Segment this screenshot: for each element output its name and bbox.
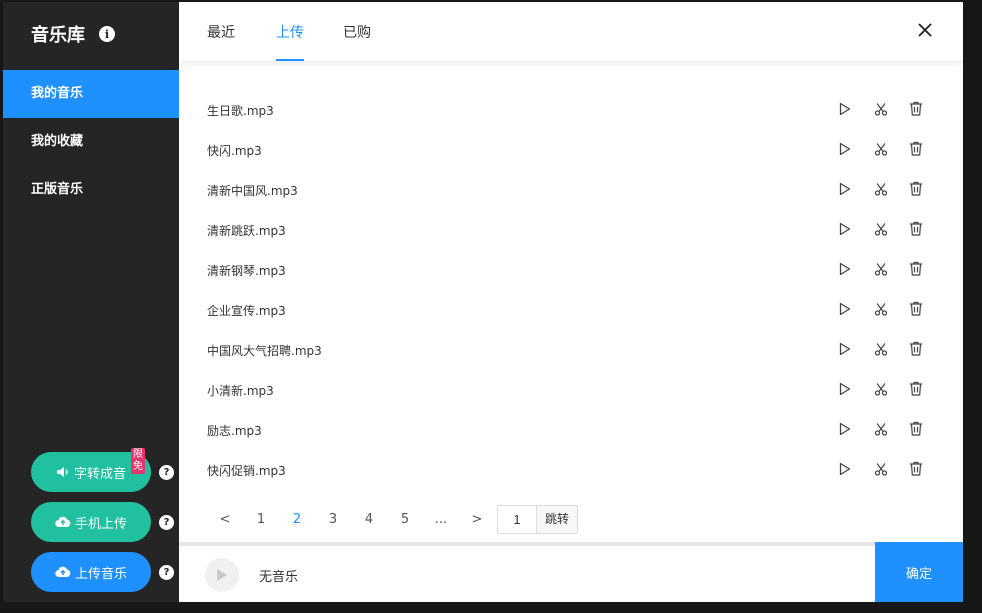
trash-icon[interactable] <box>909 341 923 360</box>
file-list: 生日歌.mp3 快闪.mp3 清新中国风.mp3 清新跳跃.mp3 清新钢琴.mp3 企业… <box>179 90 963 490</box>
play-icon[interactable] <box>839 221 851 240</box>
file-row[interactable]: 清新中国风.mp3 <box>179 170 963 210</box>
free-badge: 限免 <box>131 448 145 474</box>
trash-icon[interactable] <box>909 101 923 120</box>
file-row[interactable]: 清新钢琴.mp3 <box>179 250 963 290</box>
cloud-upload-icon <box>55 566 71 578</box>
close-icon[interactable] <box>917 22 933 38</box>
file-row[interactable]: 快闪.mp3 <box>179 130 963 170</box>
page-4[interactable]: 4 <box>351 512 387 527</box>
scissors-icon[interactable] <box>874 261 888 280</box>
sidebar-item-licensed-music[interactable]: 正版音乐 <box>3 166 179 214</box>
play-icon <box>217 569 227 581</box>
scissors-icon[interactable] <box>874 141 888 160</box>
file-name: 清新钢琴.mp3 <box>207 264 286 278</box>
file-row[interactable]: 励志.mp3 <box>179 410 963 450</box>
trash-icon[interactable] <box>909 261 923 280</box>
file-name: 快闪.mp3 <box>207 144 262 158</box>
file-name: 快闪促销.mp3 <box>207 464 286 478</box>
play-icon[interactable] <box>839 301 851 320</box>
file-row[interactable]: 中国风大气招聘.mp3 <box>179 330 963 370</box>
info-icon[interactable]: ⅰ <box>99 26 115 42</box>
trash-icon[interactable] <box>909 461 923 480</box>
tab-purchased[interactable]: 已购 <box>343 22 371 42</box>
mobile-upload-label: 手机上传 <box>74 516 127 532</box>
scissors-icon[interactable] <box>874 221 888 240</box>
trash-icon[interactable] <box>909 421 923 440</box>
trash-icon[interactable] <box>909 181 923 200</box>
scissors-icon[interactable] <box>874 181 888 200</box>
page-2[interactable]: 2 <box>279 512 315 527</box>
sidebar-item-favorites[interactable]: 我的收藏 <box>3 118 179 166</box>
trash-icon[interactable] <box>909 221 923 240</box>
file-name: 清新跳跃.mp3 <box>207 224 286 238</box>
main-panel: 最近 上传 已购 生日歌.mp3 快闪.mp3 清新中国风.mp3 清新跳跃.mp3 清… <box>179 2 963 602</box>
tab-recent[interactable]: 最近 <box>207 22 235 42</box>
play-icon[interactable] <box>839 341 851 360</box>
sidebar-nav: 我的音乐 我的收藏 正版音乐 <box>3 70 179 214</box>
help-icon[interactable]: ? <box>159 514 174 530</box>
text-to-speech-button[interactable]: 字转成音 限免 <box>31 448 151 492</box>
scissors-icon[interactable] <box>874 461 888 480</box>
file-name: 清新中国风.mp3 <box>207 184 298 198</box>
sidebar-title: 音乐库 <box>31 25 85 46</box>
trash-icon[interactable] <box>909 301 923 320</box>
page-5[interactable]: 5 <box>387 512 423 527</box>
jump-page-input[interactable] <box>497 504 537 534</box>
file-name: 企业宣传.mp3 <box>207 304 286 318</box>
play-icon[interactable] <box>839 261 851 280</box>
mobile-upload-button[interactable]: 手机上传 <box>31 502 151 542</box>
tts-row: 字转成音 限免 ? <box>31 448 174 492</box>
scissors-icon[interactable] <box>874 341 888 360</box>
sidebar: 音乐库 ⅰ 我的音乐 我的收藏 正版音乐 字转成音 限免 ? 手机上传 ? 上传… <box>3 2 179 602</box>
page-1[interactable]: 1 <box>243 512 279 527</box>
upload-music-label: 上传音乐 <box>74 566 127 582</box>
scissors-icon[interactable] <box>874 421 888 440</box>
speaker-icon <box>56 467 68 477</box>
jump-button[interactable]: 跳转 <box>537 504 579 534</box>
sidebar-title-row: 音乐库 ⅰ <box>31 21 115 47</box>
help-icon[interactable]: ? <box>159 564 174 580</box>
file-name: 中国风大气招聘.mp3 <box>207 344 322 358</box>
now-playing-text: 无音乐 <box>259 570 299 585</box>
active-tab-indicator <box>276 59 304 61</box>
upload-music-button[interactable]: 上传音乐 <box>31 552 151 592</box>
scissors-icon[interactable] <box>874 101 888 120</box>
pagination: < 1 2 3 4 5 ... > 跳转 <box>207 504 579 534</box>
file-row[interactable]: 快闪促销.mp3 <box>179 450 963 490</box>
player-footer: 无音乐 确定 <box>179 542 963 602</box>
file-row[interactable]: 清新跳跃.mp3 <box>179 210 963 250</box>
sidebar-item-my-music[interactable]: 我的音乐 <box>3 70 179 118</box>
cloud-upload-icon <box>55 516 71 528</box>
page-ellipsis: ... <box>434 511 448 527</box>
confirm-button[interactable]: 确定 <box>875 542 963 602</box>
file-name: 生日歌.mp3 <box>207 104 274 118</box>
play-icon[interactable] <box>839 461 851 480</box>
file-name: 小清新.mp3 <box>207 384 274 398</box>
play-icon[interactable] <box>839 421 851 440</box>
scissors-icon[interactable] <box>874 301 888 320</box>
file-row[interactable]: 企业宣传.mp3 <box>179 290 963 330</box>
file-name: 励志.mp3 <box>207 424 262 438</box>
upload-music-row: 上传音乐 ? <box>31 552 174 592</box>
prev-page-button[interactable]: < <box>207 512 243 527</box>
play-icon[interactable] <box>839 381 851 400</box>
scissors-icon[interactable] <box>874 381 888 400</box>
music-library-dialog: 音乐库 ⅰ 我的音乐 我的收藏 正版音乐 字转成音 限免 ? 手机上传 ? 上传… <box>3 2 963 602</box>
play-icon[interactable] <box>839 141 851 160</box>
player-play-button[interactable] <box>205 558 239 592</box>
trash-icon[interactable] <box>909 381 923 400</box>
mobile-upload-row: 手机上传 ? <box>31 502 174 542</box>
text-to-speech-label: 字转成音 <box>73 466 126 482</box>
play-icon[interactable] <box>839 181 851 200</box>
file-row[interactable]: 生日歌.mp3 <box>179 90 963 130</box>
page-3[interactable]: 3 <box>315 512 351 527</box>
file-row[interactable]: 小清新.mp3 <box>179 370 963 410</box>
tab-bar: 最近 上传 已购 <box>179 2 963 62</box>
next-page-button[interactable]: > <box>459 512 495 527</box>
trash-icon[interactable] <box>909 141 923 160</box>
play-icon[interactable] <box>839 101 851 120</box>
tab-uploaded[interactable]: 上传 <box>276 22 304 42</box>
help-icon[interactable]: ? <box>159 464 174 480</box>
